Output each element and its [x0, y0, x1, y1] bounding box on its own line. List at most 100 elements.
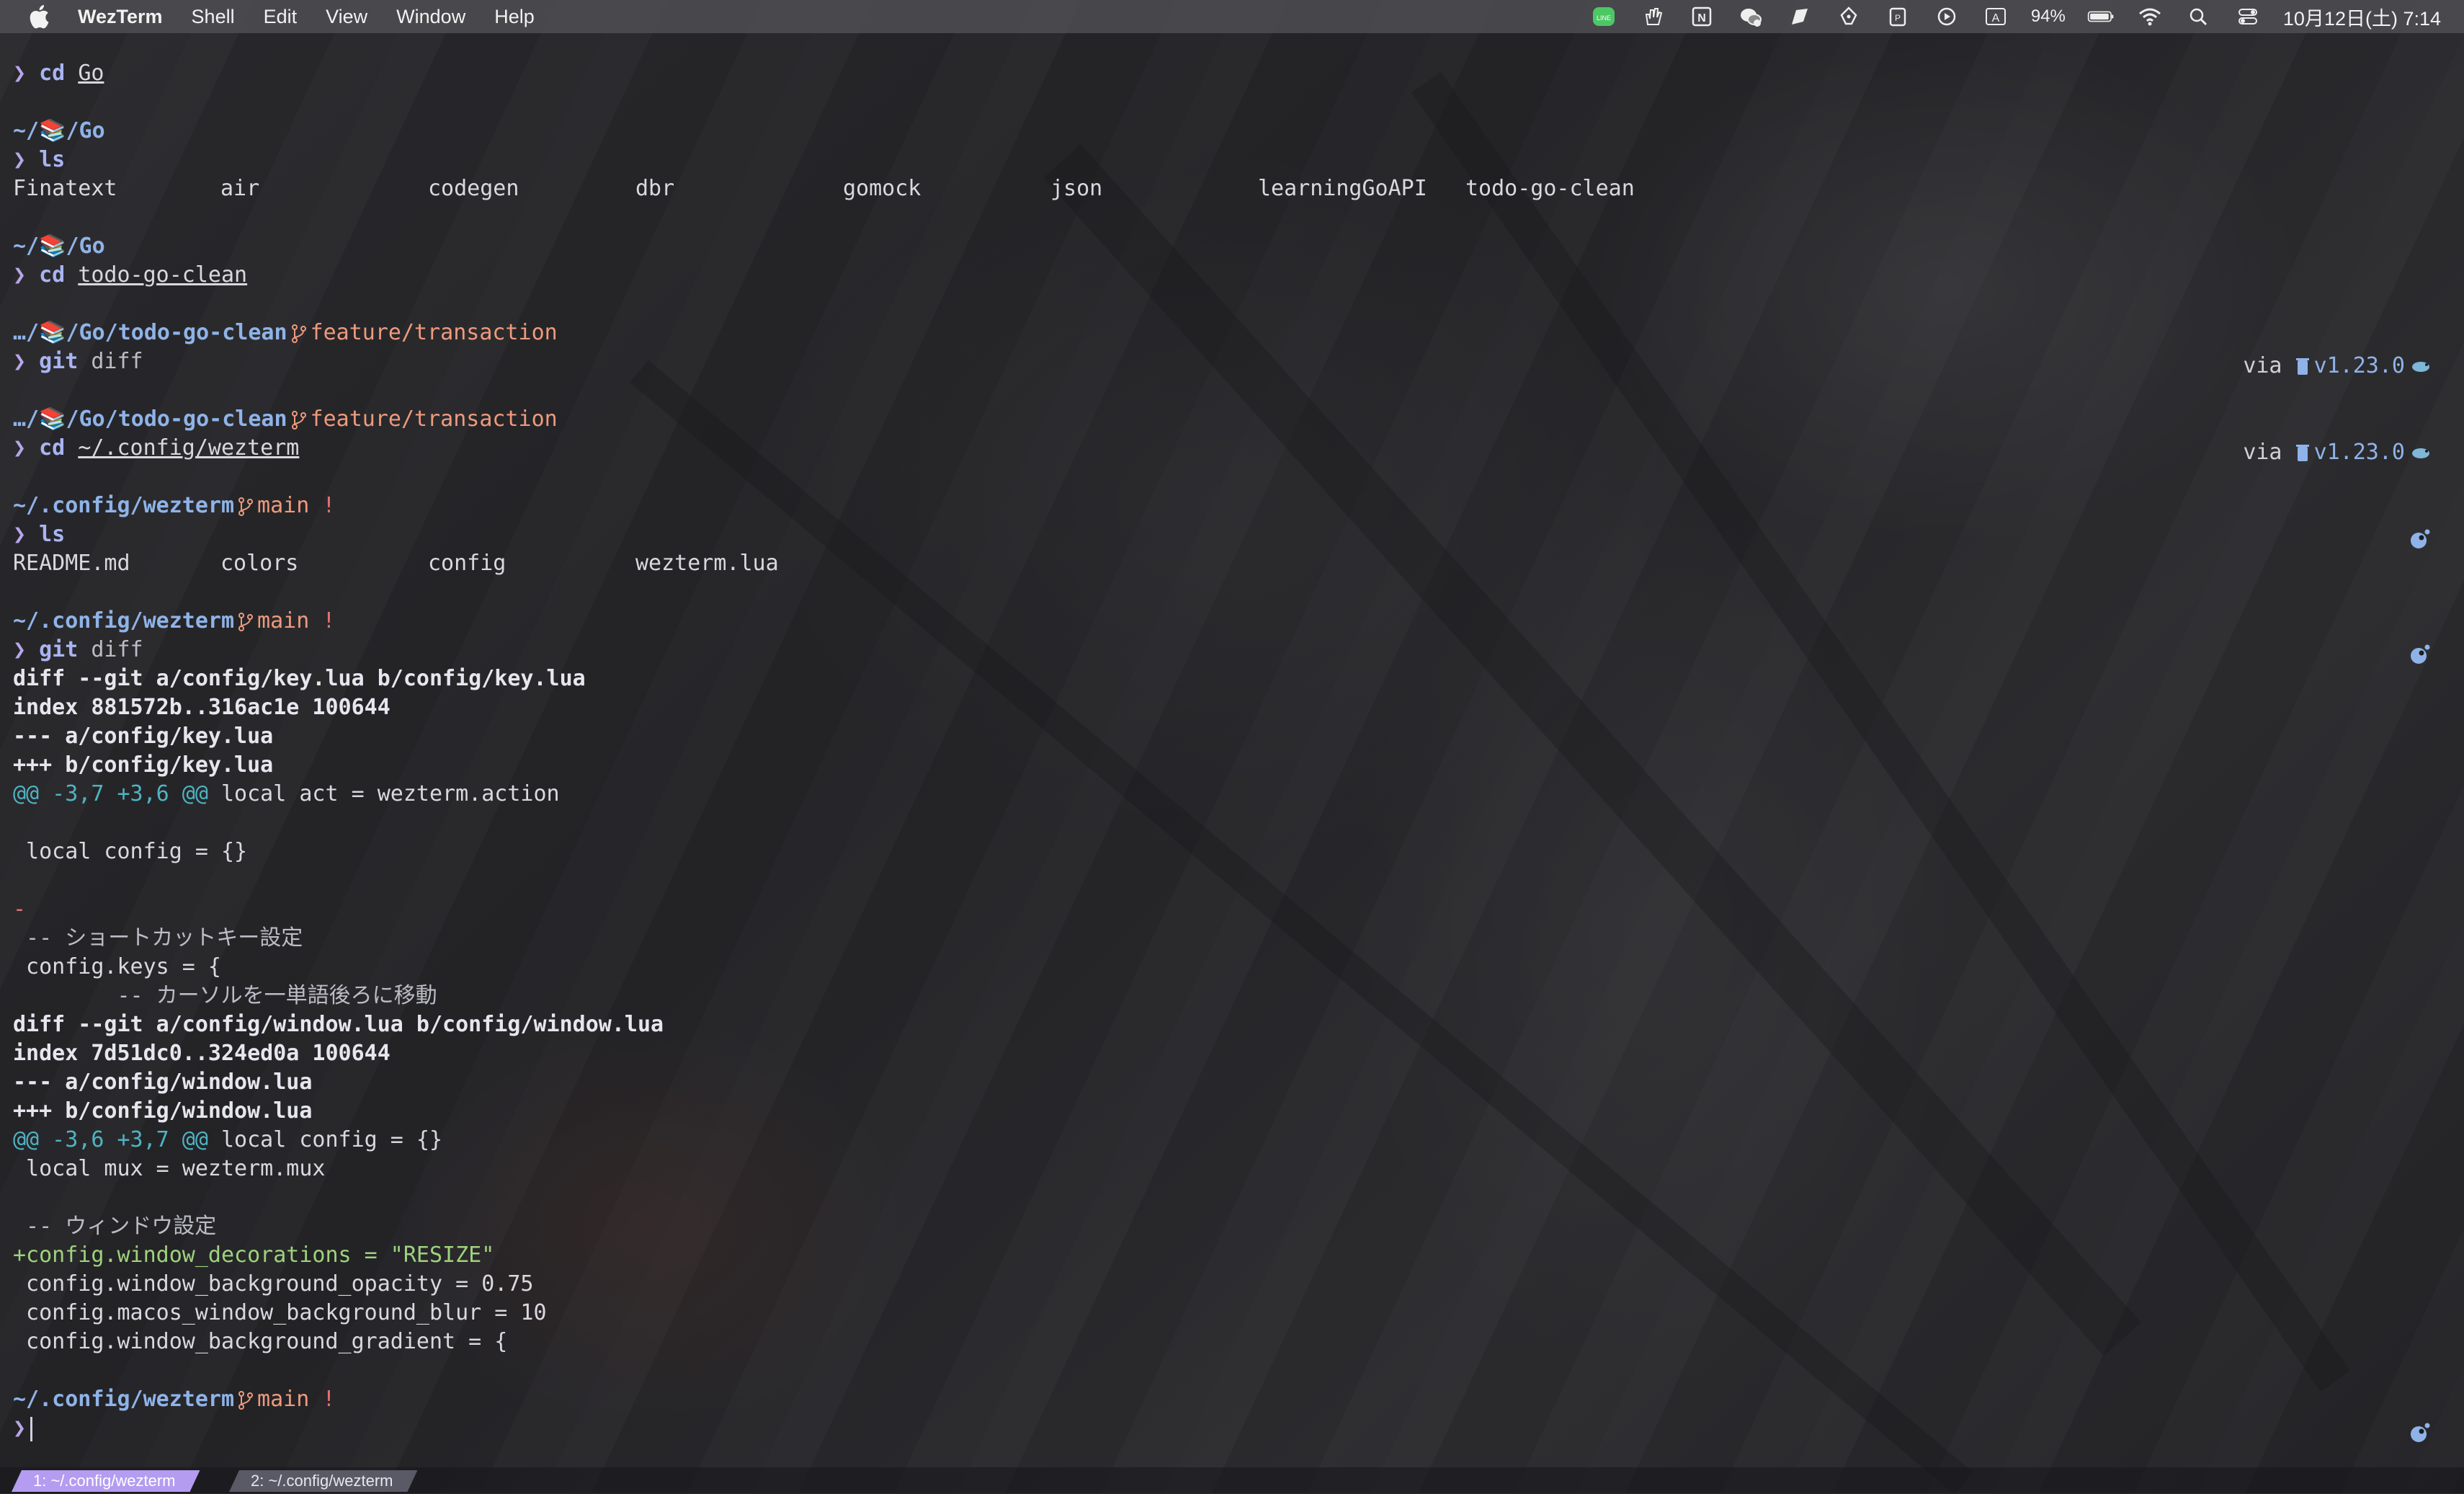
prompt-char: ❯	[13, 61, 27, 86]
diff-hunk-context: local config = {}	[207, 1127, 443, 1152]
lua-segment	[2408, 525, 2432, 553]
git-branch-name: feature/transaction	[310, 320, 558, 345]
ls-entry: todo-go-clean	[1465, 176, 1635, 201]
pen-nib-icon[interactable]	[1835, 4, 1862, 29]
ls-entry: README.md	[13, 551, 130, 576]
diff-context-line: local mux = wezterm.mux	[13, 1156, 326, 1181]
clipboard-icon[interactable]: P	[1884, 4, 1911, 29]
prompt-char: ❯	[13, 147, 27, 172]
lua-segment	[2408, 640, 2432, 669]
menubar-status-area: LINE N P A 94% 10月12日(土) 7:14	[1590, 0, 2441, 33]
play-circle-icon[interactable]	[1933, 4, 1960, 29]
diff-context-line: -- ショートカットキー設定	[13, 925, 303, 951]
ls-entry: air	[220, 176, 260, 201]
git-branch-name: main	[257, 1387, 310, 1412]
current-directory: …/📚/Go/todo-go-clean	[13, 320, 287, 345]
diff-hunk-header: @@ -3,6 +3,7 @@	[13, 1127, 208, 1152]
terminal-line: ❯ ls	[13, 520, 65, 549]
prompt-path-line: …/📚/Go/todo-go-clean feature/transaction	[13, 319, 558, 347]
lua-icon	[2411, 1423, 2430, 1442]
current-directory: ~/.config/wezterm	[13, 493, 235, 518]
menu-view[interactable]: View	[326, 6, 367, 28]
go-version: v1.23.0	[2313, 440, 2405, 465]
terminal-pane[interactable]: ❯ cd Go ~/📚/Go ❯ ls Finatext air codegen db…	[0, 33, 2464, 1467]
line-app-icon[interactable]: LINE	[1590, 4, 1617, 29]
ls-entry: gomock	[843, 176, 921, 201]
control-center-icon[interactable]	[2234, 4, 2262, 29]
git-branch-icon	[291, 324, 306, 343]
menu-help[interactable]: Help	[494, 6, 535, 28]
prompt-path-line: ~/📚/Go	[13, 232, 105, 261]
current-directory: …/📚/Go/todo-go-clean	[13, 406, 287, 432]
macos-menubar: WezTerm Shell Edit View Window Help LINE…	[0, 0, 2464, 33]
command: cd	[39, 262, 66, 288]
ls-entry: config	[428, 551, 506, 576]
ls-output-row: Finatext air codegen dbr gomock json learningG…	[13, 174, 1673, 203]
svg-text:N: N	[1697, 12, 1706, 25]
notion-icon[interactable]: N	[1688, 4, 1715, 29]
diff-context-line: -- ウィンドウ設定	[13, 1214, 217, 1239]
command-arg: diff	[91, 637, 143, 662]
battery-percent: 94%	[2030, 6, 2066, 26]
diff-new-file: +++ b/config/window.lua	[13, 1098, 313, 1124]
menubar-clock[interactable]: 10月12日(土) 7:14	[2283, 3, 2441, 31]
git-dirty-indicator: !	[322, 1387, 336, 1412]
go-version-segment: via v1.23.0	[2243, 352, 2432, 381]
apple-icon[interactable]	[26, 2, 55, 31]
paper-plane-icon[interactable]	[1786, 4, 1813, 29]
spotlight-search-icon[interactable]	[2185, 4, 2213, 29]
lua-icon	[2411, 529, 2430, 548]
via-label: via	[2243, 440, 2282, 465]
prompt-char: ❯	[13, 1415, 27, 1441]
wifi-icon[interactable]	[2136, 4, 2164, 29]
ls-entry: json	[1050, 176, 1103, 201]
via-label: via	[2243, 353, 2282, 378]
tab-1[interactable]: 1: ~/.config/wezterm	[12, 1470, 200, 1492]
ls-entry: learningGoAPI	[1258, 176, 1427, 201]
diff-header: diff --git a/config/window.lua b/config/…	[13, 1012, 664, 1037]
git-branch-name: main	[257, 493, 310, 518]
svg-text:A: A	[1992, 12, 2000, 25]
diff-index: index 7d51dc0..324ed0a 100644	[13, 1041, 390, 1066]
git-branch-name: main	[257, 608, 310, 633]
diff-header: diff --git a/config/key.lua b/config/key…	[13, 666, 586, 691]
diff-hunk-line: @@ -3,7 +3,6 @@ local act = wezterm.acti…	[13, 780, 560, 809]
prompt-char: ❯	[13, 262, 27, 288]
terminal-line: ❯ cd ~/.config/wezterm	[13, 434, 299, 463]
input-method-icon[interactable]: A	[1982, 4, 2009, 29]
diff-context-line: config.window_background_gradient = {	[13, 1329, 508, 1354]
menu-shell[interactable]: Shell	[192, 6, 235, 28]
tab-2[interactable]: 2: ~/.config/wezterm	[229, 1470, 417, 1492]
go-gopher-icon	[2412, 448, 2429, 458]
command: cd	[39, 435, 66, 461]
menu-edit[interactable]: Edit	[264, 6, 298, 28]
git-dirty-indicator: !	[322, 608, 336, 633]
git-branch-icon	[238, 497, 254, 516]
diff-removed-line: -	[13, 897, 27, 922]
terminal-line: ❯ cd Go	[13, 59, 104, 88]
ls-entry: colors	[220, 551, 299, 576]
prompt-path-line: ~/.config/wezterm main !	[13, 607, 335, 636]
diff-hunk-line: @@ -3,6 +3,7 @@ local config = {}	[13, 1126, 442, 1155]
diff-old-file: --- a/config/window.lua	[13, 1070, 313, 1095]
command: git	[39, 349, 79, 374]
lua-segment	[2408, 1418, 2432, 1447]
current-directory: ~/📚/Go	[13, 234, 105, 259]
active-prompt-line[interactable]: ❯	[13, 1414, 33, 1443]
ls-entry: wezterm.lua	[635, 551, 779, 576]
git-branch-icon	[238, 1390, 254, 1410]
prompt-path-line: ~/.config/wezterm main !	[13, 492, 335, 520]
terminal-line: ❯ git diff	[13, 636, 143, 664]
command: cd	[39, 61, 66, 86]
wechat-icon[interactable]	[1737, 4, 1764, 29]
menu-window[interactable]: Window	[396, 6, 465, 28]
trash-can-icon	[2295, 445, 2309, 461]
prompt-path-line: ~/📚/Go	[13, 117, 105, 146]
diff-context-line: config.keys = {	[13, 954, 221, 979]
diff-hunk-context: local act = wezterm.action	[207, 781, 560, 806]
diff-old-file: --- a/config/key.lua	[13, 724, 274, 749]
hand-icon[interactable]	[1639, 4, 1666, 29]
diff-context-line: local config = {}	[13, 839, 248, 864]
battery-icon[interactable]	[2087, 4, 2115, 29]
menu-app-wezterm[interactable]: WezTerm	[78, 6, 163, 28]
